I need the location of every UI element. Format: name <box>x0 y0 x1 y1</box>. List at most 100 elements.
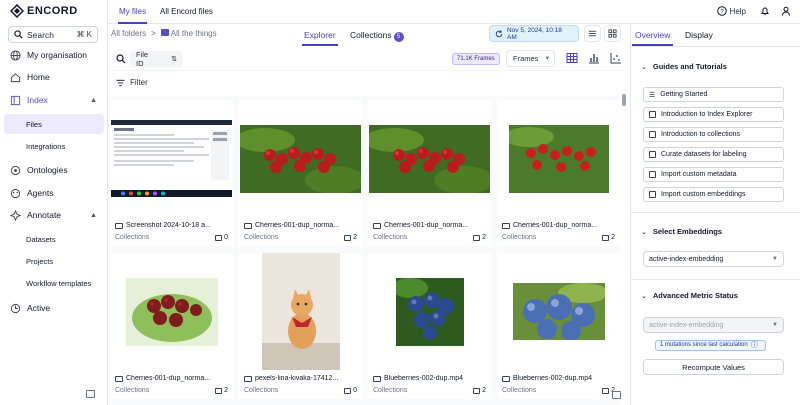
sidebar-item-my-organisation[interactable]: My organisation <box>0 45 107 65</box>
file-card[interactable]: Cherries-001-dup_norma... Collections 2 <box>497 100 620 246</box>
encord-logo[interactable]: ENCORD <box>10 4 78 18</box>
sidebar-item-integrations[interactable]: Integrations <box>0 136 107 156</box>
sidebar-item-active[interactable]: Active <box>0 298 107 318</box>
home-icon <box>10 72 21 82</box>
table-view-icon[interactable] <box>566 52 578 64</box>
sidebar-item-annotate[interactable]: Annotate ▲ <box>0 205 107 225</box>
collection-icon <box>473 234 481 241</box>
tab-all-encord-files[interactable]: All Encord files <box>160 7 213 16</box>
collection-count: 2 <box>602 234 615 241</box>
tab-my-files[interactable]: My files <box>117 7 148 24</box>
embeddings-title: Select Embeddings <box>652 227 723 236</box>
collection-icon <box>602 234 610 241</box>
sidebar-item-workflow-templates[interactable]: Workflow templates <box>0 273 107 293</box>
collection-icon <box>602 387 610 394</box>
file-thumbnail[interactable] <box>110 100 233 217</box>
tab-explorer[interactable]: Explorer <box>302 30 338 46</box>
sidebar-item-label: Agents <box>27 188 54 198</box>
file-thumbnail[interactable] <box>368 100 491 217</box>
bar-chart-icon[interactable] <box>588 52 600 64</box>
file-card[interactable]: Cherries-001-dup_norma... Collections 2 <box>368 100 491 246</box>
collection-count: 0 <box>215 234 228 241</box>
file-card[interactable]: Cherries-001-dup_norma... Collections 2 <box>239 100 362 246</box>
sidebar-item-label: Index <box>27 95 48 105</box>
file-card[interactable]: Blueberries-002-dup.mp4 Collections 2 <box>368 253 491 399</box>
file-card[interactable]: pexels-lina-kivaka-17412... Collections … <box>239 253 362 399</box>
globe-icon <box>10 49 21 61</box>
sidebar-item-home[interactable]: Home <box>0 67 107 87</box>
guide-index-explorer[interactable]: Introduction to Index Explorer <box>643 107 784 122</box>
collection-icon <box>344 387 352 394</box>
grid-view-button[interactable] <box>604 25 621 42</box>
panel-toggle-icon[interactable] <box>612 391 621 399</box>
file-thumbnail[interactable] <box>239 100 362 217</box>
cherries-thumbnail-image <box>125 277 218 346</box>
tab-collections[interactable]: Collections 5 <box>350 30 404 42</box>
embeddings-section-header[interactable]: ⌄ Select Embeddings <box>641 227 722 236</box>
file-thumbnail[interactable] <box>497 100 620 217</box>
search-row: File ID ⇅ 71.1K Frames Frames ▼ <box>108 47 628 71</box>
blueberries-thumbnail-image <box>395 277 464 346</box>
tab-display[interactable]: Display <box>685 30 713 40</box>
chevron-up-icon[interactable]: ▲ <box>90 212 97 219</box>
file-card[interactable]: Cherries-001-dup_norma... Collections 2 <box>110 253 233 399</box>
user-icon[interactable] <box>781 6 791 16</box>
embedding-select[interactable]: active-index-embedding ▼ <box>643 251 784 267</box>
sidebar-search[interactable]: Search ⌘ K <box>8 26 98 43</box>
info-icon[interactable]: ⓘ <box>751 341 758 350</box>
collapse-sidebar-icon[interactable] <box>86 390 95 398</box>
file-thumbnail[interactable] <box>110 253 233 370</box>
collection-icon <box>215 387 223 394</box>
guide-collections[interactable]: Introduction to collections <box>643 127 784 142</box>
sidebar-item-datasets[interactable]: Datasets <box>0 229 107 249</box>
sidebar-item-ontologies[interactable]: Ontologies <box>0 160 107 180</box>
guide-getting-started[interactable]: ☰ Getting Started <box>643 87 784 102</box>
guide-custom-metadata[interactable]: Import custom metadata <box>643 167 784 182</box>
agent-icon <box>10 188 21 198</box>
file-name: Cherries-001-dup_norma... <box>115 375 230 382</box>
help-button[interactable]: ? Help <box>716 6 746 16</box>
chevron-up-icon[interactable]: ▲ <box>90 97 97 104</box>
collections-label: Collections <box>502 234 537 241</box>
breadcrumb-root[interactable]: All folders <box>111 29 146 38</box>
file-card[interactable]: Screenshot 2024-10-18 a... Collections 0 <box>110 100 233 246</box>
video-icon <box>244 222 252 229</box>
guide-custom-embeddings[interactable]: Import custom embeddings <box>643 187 784 202</box>
scatter-chart-icon[interactable] <box>610 52 622 64</box>
metric-section-header[interactable]: ⌄ Advanced Metric Status <box>641 291 738 300</box>
sidebar-item-index[interactable]: Index ▲ <box>0 90 107 110</box>
sidebar-item-projects[interactable]: Projects <box>0 251 107 271</box>
help-icon: ? <box>716 6 727 16</box>
guide-curate-datasets[interactable]: Curate datasets for labeling <box>643 147 784 162</box>
tab-overview[interactable]: Overview <box>631 30 674 46</box>
collections-label: Collections <box>373 234 408 241</box>
filter-button[interactable]: Filter <box>116 78 148 87</box>
file-thumbnail[interactable] <box>497 253 620 370</box>
metric-title: Advanced Metric Status <box>652 291 738 300</box>
image-icon <box>115 222 123 229</box>
file-thumbnail[interactable] <box>239 253 362 370</box>
search-shortcut: ⌘ K <box>76 30 92 39</box>
sidebar-item-agents[interactable]: Agents <box>0 183 107 203</box>
snapshot-date-button[interactable]: Nov 5, 2024, 10:18 AM <box>489 25 579 42</box>
sidebar-item-files[interactable]: Files <box>4 114 104 134</box>
bell-icon[interactable] <box>760 6 770 16</box>
external-link-icon <box>649 191 656 198</box>
sidebar-item-label: Files <box>26 119 42 129</box>
sort-icon[interactable]: ⇅ <box>171 55 177 63</box>
file-thumbnail[interactable] <box>368 253 491 370</box>
chevron-down-icon: ⌄ <box>641 63 647 71</box>
file-card[interactable]: Blueberries-002-dup.mp4 Collections 2 <box>497 253 620 399</box>
file-name: Blueberries-002-dup.mp4 <box>373 375 488 382</box>
chevron-down-icon: ⌄ <box>641 292 647 300</box>
list-view-button[interactable] <box>584 25 601 42</box>
frames-select[interactable]: Frames ▼ <box>506 50 555 67</box>
recompute-values-button[interactable]: Recompute Values <box>643 359 784 375</box>
search-icon[interactable] <box>116 54 126 64</box>
video-icon <box>373 375 381 382</box>
guides-section-header[interactable]: ⌄ Guides and Tutorials <box>641 62 727 71</box>
chevron-down-icon: ▼ <box>772 322 778 328</box>
top-bar: My files All Encord files ? Help <box>108 0 800 24</box>
search-field-selector[interactable]: File ID ⇅ <box>130 50 183 68</box>
grid-scrollbar[interactable] <box>622 94 626 106</box>
